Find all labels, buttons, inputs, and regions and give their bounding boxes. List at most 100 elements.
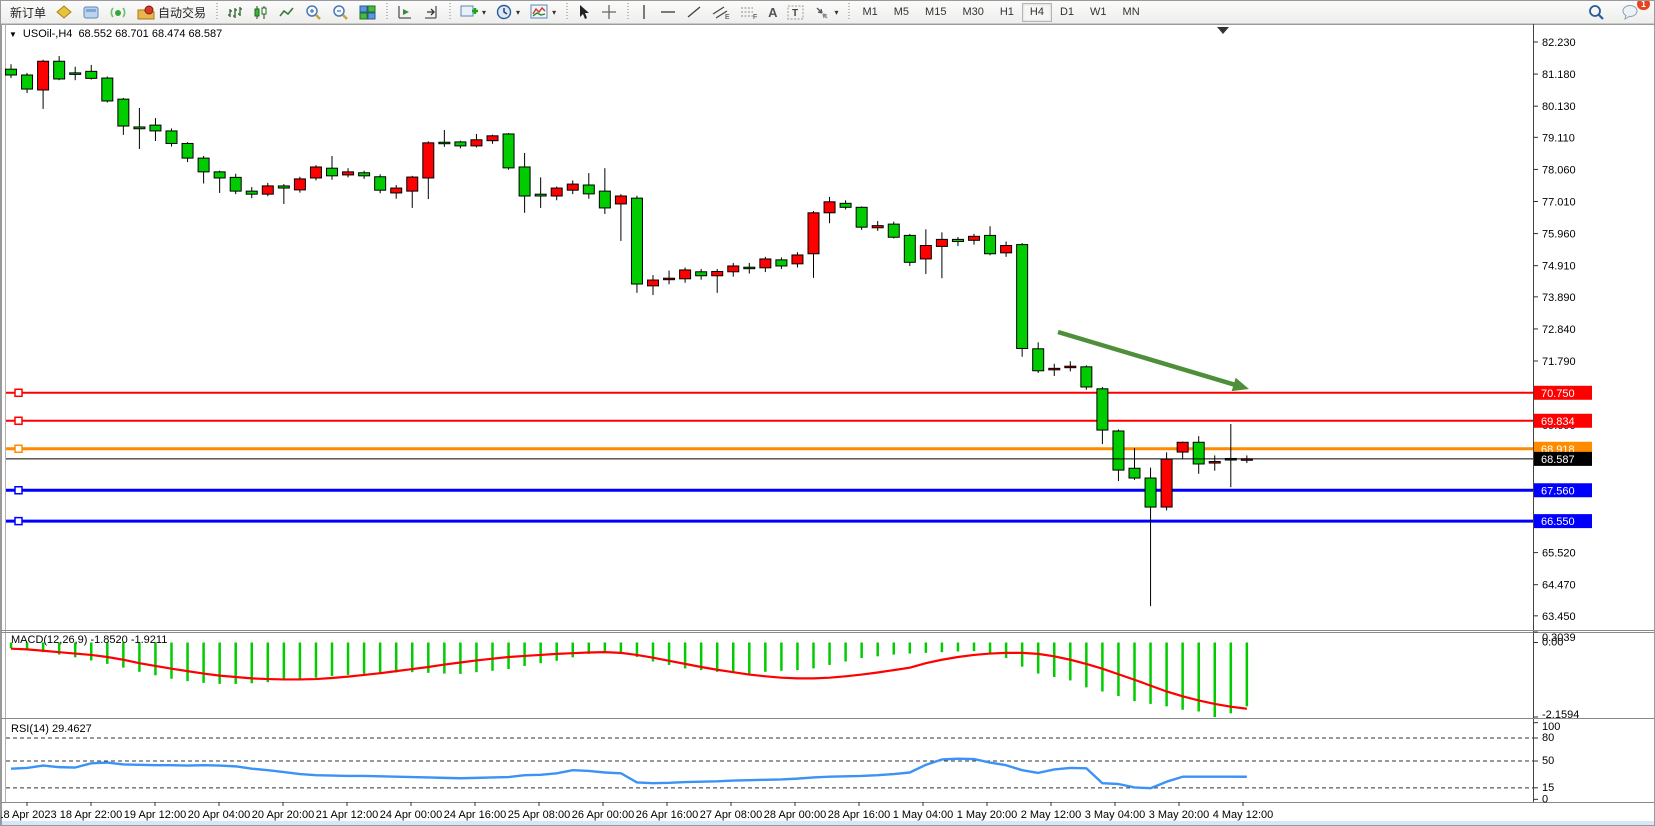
fibonacci-tool-button[interactable]: F [735, 2, 763, 22]
candlestick-chart-icon [253, 5, 269, 20]
autotrading-button[interactable]: 自动交易 [132, 2, 211, 22]
indicators-button[interactable]: ▾ [525, 2, 561, 22]
navigator-button[interactable] [78, 2, 105, 22]
autoscroll-icon [397, 5, 413, 20]
status-strip [2, 821, 1655, 826]
hline-handle[interactable] [15, 445, 22, 452]
crosshair-tool-button[interactable] [596, 2, 622, 22]
vertical-line-tool-button[interactable] [633, 2, 655, 22]
trendline-icon [686, 5, 702, 19]
horizontal-line-tool-button[interactable] [655, 2, 681, 22]
candle-bull [551, 188, 562, 196]
bid-price-label: 68.587 [1541, 454, 1575, 466]
price-tick-label: 64.470 [1542, 580, 1576, 592]
timeframe-button-m5[interactable]: M5 [886, 3, 917, 22]
market-watch-icon [56, 5, 73, 20]
candle-bear [519, 167, 530, 196]
candle-bear [952, 239, 963, 241]
timeframe-button-m30[interactable]: M30 [954, 3, 991, 22]
timeframe-button-h4[interactable]: H4 [1022, 3, 1052, 22]
candle-bull [567, 184, 578, 190]
candle-bull [343, 172, 354, 175]
time-axis-label: 18 Apr 2023 [1, 809, 57, 821]
hline-price-label: 70.750 [1541, 388, 1575, 400]
candle-bull [969, 236, 980, 240]
signals-button[interactable] [105, 2, 132, 22]
search-button[interactable] [1583, 2, 1610, 22]
hline-handle[interactable] [15, 389, 22, 396]
time-axis-label: 28 Apr 16:00 [828, 809, 890, 821]
autoscroll-button[interactable] [392, 2, 418, 22]
time-axis-label: 24 Apr 16:00 [444, 809, 506, 821]
chart-quote-label: 68.552 68.701 68.474 68.587 [78, 28, 222, 40]
rsi-axis-label: 15 [1542, 782, 1554, 794]
new-order-button[interactable]: 新订单 [5, 2, 51, 22]
periods-button[interactable]: ▾ [491, 2, 525, 22]
clock-icon [496, 4, 512, 20]
time-axis-label: 24 Apr 00:00 [380, 809, 442, 821]
timeframe-button-d1[interactable]: D1 [1052, 3, 1082, 22]
candle-bear [631, 198, 642, 284]
notification-badge: 1 [1637, 0, 1650, 10]
chart-background [1, 24, 1655, 826]
hline-price-label: 67.560 [1541, 485, 1575, 497]
candle-bear [1193, 442, 1204, 464]
candle-bull [1209, 462, 1220, 464]
chart-shift-button[interactable] [418, 2, 444, 22]
candle-bear [166, 131, 177, 144]
hline-handle[interactable] [15, 518, 22, 525]
time-axis-label: 3 May 20:00 [1149, 809, 1210, 821]
candle-bear [86, 71, 97, 78]
time-axis-label: 25 Apr 08:00 [508, 809, 570, 821]
channel-tool-button[interactable]: E [707, 2, 735, 22]
candle-bull [407, 177, 418, 191]
collapse-triangle-icon[interactable]: ▼ [9, 30, 17, 39]
arrows-shapes-icon [814, 5, 830, 20]
market-watch-button[interactable] [51, 2, 78, 22]
price-tick-label: 63.450 [1542, 611, 1576, 623]
timeframe-button-m1[interactable]: M1 [854, 3, 885, 22]
line-chart-button[interactable] [274, 2, 300, 22]
zoom-in-icon [305, 4, 322, 20]
new-chart-button[interactable]: ▾ [455, 2, 491, 22]
text-tool-button[interactable]: A [763, 2, 782, 22]
time-axis-label: 19 Apr 12:00 [124, 809, 186, 821]
toolbar-right-group: 1 [1583, 2, 1652, 22]
timeframe-button-h1[interactable]: H1 [992, 3, 1022, 22]
trendline-tool-button[interactable] [681, 2, 707, 22]
arrows-tool-button[interactable]: ▾ [809, 2, 843, 22]
candle-bear [439, 142, 450, 144]
zoom-out-button[interactable] [327, 2, 354, 22]
text-label-tool-button[interactable]: T [782, 2, 809, 22]
timeframe-button-mn[interactable]: MN [1115, 3, 1148, 22]
candle-bear [22, 75, 33, 89]
cursor-tool-button[interactable] [572, 2, 596, 22]
candle-bear [278, 186, 289, 188]
macd-axis-label: -2.1594 [1542, 709, 1579, 721]
time-axis-label: 21 Apr 12:00 [316, 809, 378, 821]
rsi-indicator-label: RSI(14) 29.4627 [11, 723, 92, 735]
bar-chart-button[interactable] [222, 2, 248, 22]
hline-handle[interactable] [15, 487, 22, 494]
time-axis-label: 1 May 04:00 [893, 809, 954, 821]
timeframe-button-m15[interactable]: M15 [917, 3, 954, 22]
notifications-button[interactable]: 1 [1616, 2, 1644, 22]
time-axis-label: 28 Apr 00:00 [764, 809, 826, 821]
svg-text:T: T [792, 8, 798, 19]
price-tick-label: 78.060 [1542, 164, 1576, 176]
rsi-axis-label: 80 [1542, 732, 1554, 744]
candle-bull [936, 239, 947, 246]
tile-windows-button[interactable] [354, 2, 381, 22]
hline-handle[interactable] [15, 417, 22, 424]
time-axis-label: 20 Apr 04:00 [188, 809, 250, 821]
chart-canvas[interactable]: 82.23081.18080.13079.11078.06077.01075.9… [1, 24, 1655, 826]
hline-price-label: 66.550 [1541, 516, 1575, 528]
timeframe-button-w1[interactable]: W1 [1082, 3, 1115, 22]
price-tick-label: 65.520 [1542, 548, 1576, 560]
text-tool-icon: A [768, 5, 777, 20]
trading-terminal-window: 新订单 自动交易 [0, 0, 1655, 826]
candle-bull [648, 280, 659, 286]
zoom-in-button[interactable] [300, 2, 327, 22]
candle-bull [664, 278, 675, 280]
candlestick-chart-button[interactable] [248, 2, 274, 22]
